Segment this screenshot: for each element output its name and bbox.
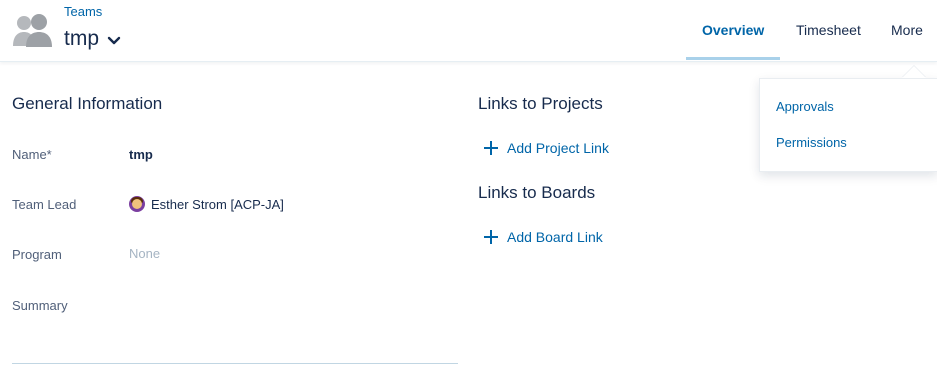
add-project-link-button[interactable]: Add Project Link [484,140,609,156]
tab-timesheet[interactable]: Timesheet [796,22,861,38]
program-value[interactable]: None [129,246,160,261]
plus-icon [484,230,498,244]
add-project-link-label: Add Project Link [507,140,609,156]
summary-label: Summary [12,298,68,313]
team-lead-name: Esther Strom [ACP-JA] [151,196,284,212]
general-information-heading: General Information [12,94,163,113]
team-lead-label: Team Lead [12,197,77,212]
chevron-down-icon [107,36,121,45]
breadcrumb-teams[interactable]: Teams [64,4,102,19]
active-tab-indicator [686,57,780,60]
team-icon [13,14,52,47]
plus-icon [484,141,498,155]
section-divider [12,363,458,364]
program-label: Program [12,247,62,262]
tab-overview[interactable]: Overview [702,22,764,38]
menu-item-permissions[interactable]: Permissions [776,135,847,150]
links-to-boards-heading: Links to Boards [478,183,596,202]
name-value[interactable]: tmp [129,147,153,162]
links-to-projects-heading: Links to Projects [478,94,603,113]
more-dropdown-menu: Approvals Permissions [759,78,937,172]
menu-item-approvals[interactable]: Approvals [776,99,834,114]
team-switcher[interactable]: tmp [64,26,121,52]
page-title: tmp [64,27,100,50]
dropdown-caret [902,66,926,78]
add-board-link-button[interactable]: Add Board Link [484,229,603,245]
name-label: Name* [12,147,52,162]
add-board-link-label: Add Board Link [507,229,603,245]
team-lead-value[interactable]: Esther Strom [ACP-JA] [129,196,284,212]
header-bar: Teams tmp Overview Timesheet More [0,0,937,62]
tab-more[interactable]: More [891,22,923,38]
avatar [129,196,145,212]
